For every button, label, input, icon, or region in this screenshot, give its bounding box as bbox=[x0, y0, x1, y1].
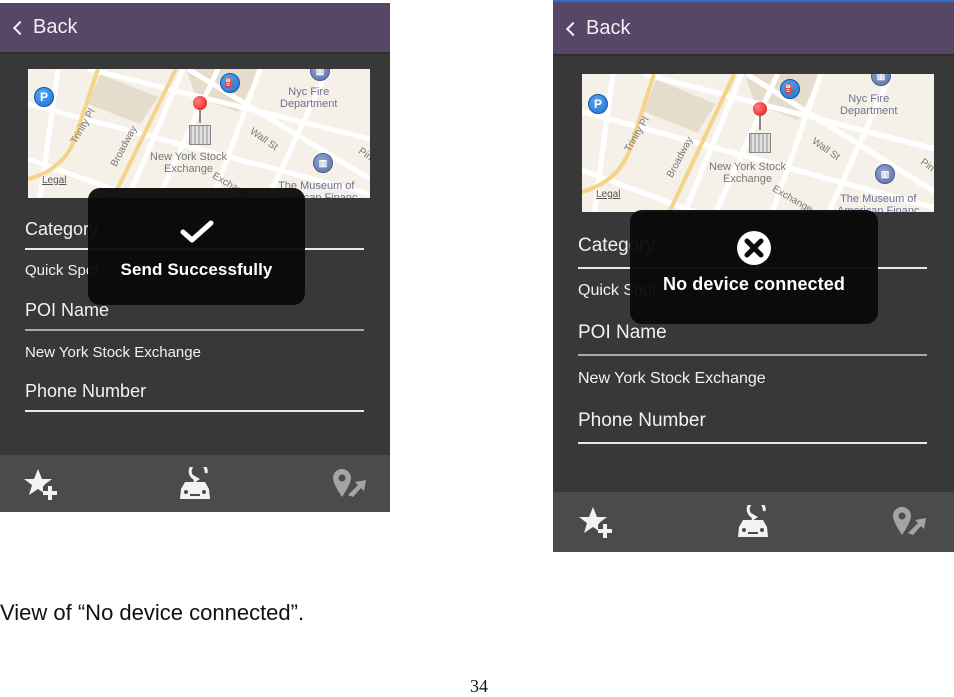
phone-number-label: Phone Number bbox=[578, 410, 706, 431]
back-button[interactable]: Back bbox=[12, 3, 78, 52]
legal-link[interactable]: Legal bbox=[42, 175, 66, 186]
figure-caption: View of “No device connected”. bbox=[0, 600, 305, 625]
legal-link[interactable]: Legal bbox=[596, 189, 620, 200]
map-label-fire-department: Nyc Fire Department bbox=[840, 93, 898, 117]
gas-station-icon[interactable]: ⛽ bbox=[220, 73, 240, 93]
museum-icon[interactable]: ▥ bbox=[313, 153, 333, 173]
checkmark-icon bbox=[180, 218, 214, 246]
poi-name-value[interactable]: New York Stock Exchange bbox=[578, 370, 766, 388]
toast-message: Send Successfully bbox=[120, 260, 273, 279]
pin-stem bbox=[759, 114, 761, 130]
navigation-bar: Back bbox=[0, 3, 390, 54]
back-label: Back bbox=[586, 16, 631, 39]
star-plus-icon bbox=[24, 468, 57, 500]
poi-name-value[interactable]: New York Stock Exchange bbox=[25, 344, 201, 361]
send-to-car-button[interactable] bbox=[729, 492, 777, 552]
phone-number-divider bbox=[578, 442, 927, 444]
error-x-icon bbox=[736, 231, 772, 265]
poi-name-divider bbox=[578, 354, 927, 356]
map-label-fire-department: Nyc Fire Department bbox=[280, 86, 338, 110]
car-send-icon bbox=[180, 466, 210, 499]
map-label-nyse: New York Stock Exchange bbox=[709, 161, 787, 185]
poi-name-divider bbox=[25, 329, 364, 331]
car-send-icon bbox=[738, 505, 768, 537]
map-view[interactable]: P ⛽ ▥ ▥ Nyc Fire Department New York Sto… bbox=[28, 69, 370, 198]
museum-icon[interactable]: ▥ bbox=[875, 164, 895, 184]
pin-share-icon bbox=[893, 507, 926, 535]
chevron-left-icon bbox=[565, 21, 581, 36]
map-view[interactable]: P ⛽ ▥ ▥ Nyc Fire Department New York Sto… bbox=[582, 74, 934, 212]
toast-send-successfully: Send Successfully bbox=[88, 188, 305, 305]
share-location-button[interactable] bbox=[326, 455, 374, 512]
pin-share-icon bbox=[333, 468, 366, 497]
add-favorite-button[interactable] bbox=[573, 492, 621, 552]
star-plus-icon bbox=[579, 507, 612, 538]
poi-name-label: POI Name bbox=[578, 322, 667, 343]
map-pin-icon[interactable] bbox=[193, 96, 207, 110]
bottom-toolbar bbox=[553, 492, 954, 552]
add-favorite-button[interactable] bbox=[18, 455, 66, 512]
phone-screen-send-success: Back P ⛽ ▥ ▥ Nyc Fire Department New Yor… bbox=[0, 3, 390, 512]
phone-number-label: Phone Number bbox=[25, 381, 147, 401]
navigation-bar: Back bbox=[553, 2, 954, 56]
toast-no-device-connected: No device connected bbox=[630, 210, 878, 324]
phone-number-divider bbox=[25, 410, 364, 412]
parking-icon[interactable]: P bbox=[588, 94, 608, 114]
chevron-left-icon bbox=[12, 20, 28, 36]
send-to-car-button[interactable] bbox=[171, 455, 219, 512]
gas-station-icon[interactable]: ⛽ bbox=[780, 79, 800, 99]
nyse-building-icon bbox=[189, 125, 211, 145]
toast-message: No device connected bbox=[663, 274, 845, 294]
back-button[interactable]: Back bbox=[565, 2, 631, 54]
share-location-button[interactable] bbox=[886, 492, 934, 552]
bottom-toolbar bbox=[0, 455, 390, 512]
map-pin-icon[interactable] bbox=[753, 102, 767, 116]
phone-screen-no-device: Back P ⛽ ▥ ▥ Nyc Fire Department New Yor… bbox=[553, 0, 954, 552]
back-label: Back bbox=[33, 16, 78, 38]
nyse-building-icon bbox=[749, 133, 771, 153]
page-number: 34 bbox=[470, 676, 488, 696]
parking-icon[interactable]: P bbox=[34, 87, 54, 107]
